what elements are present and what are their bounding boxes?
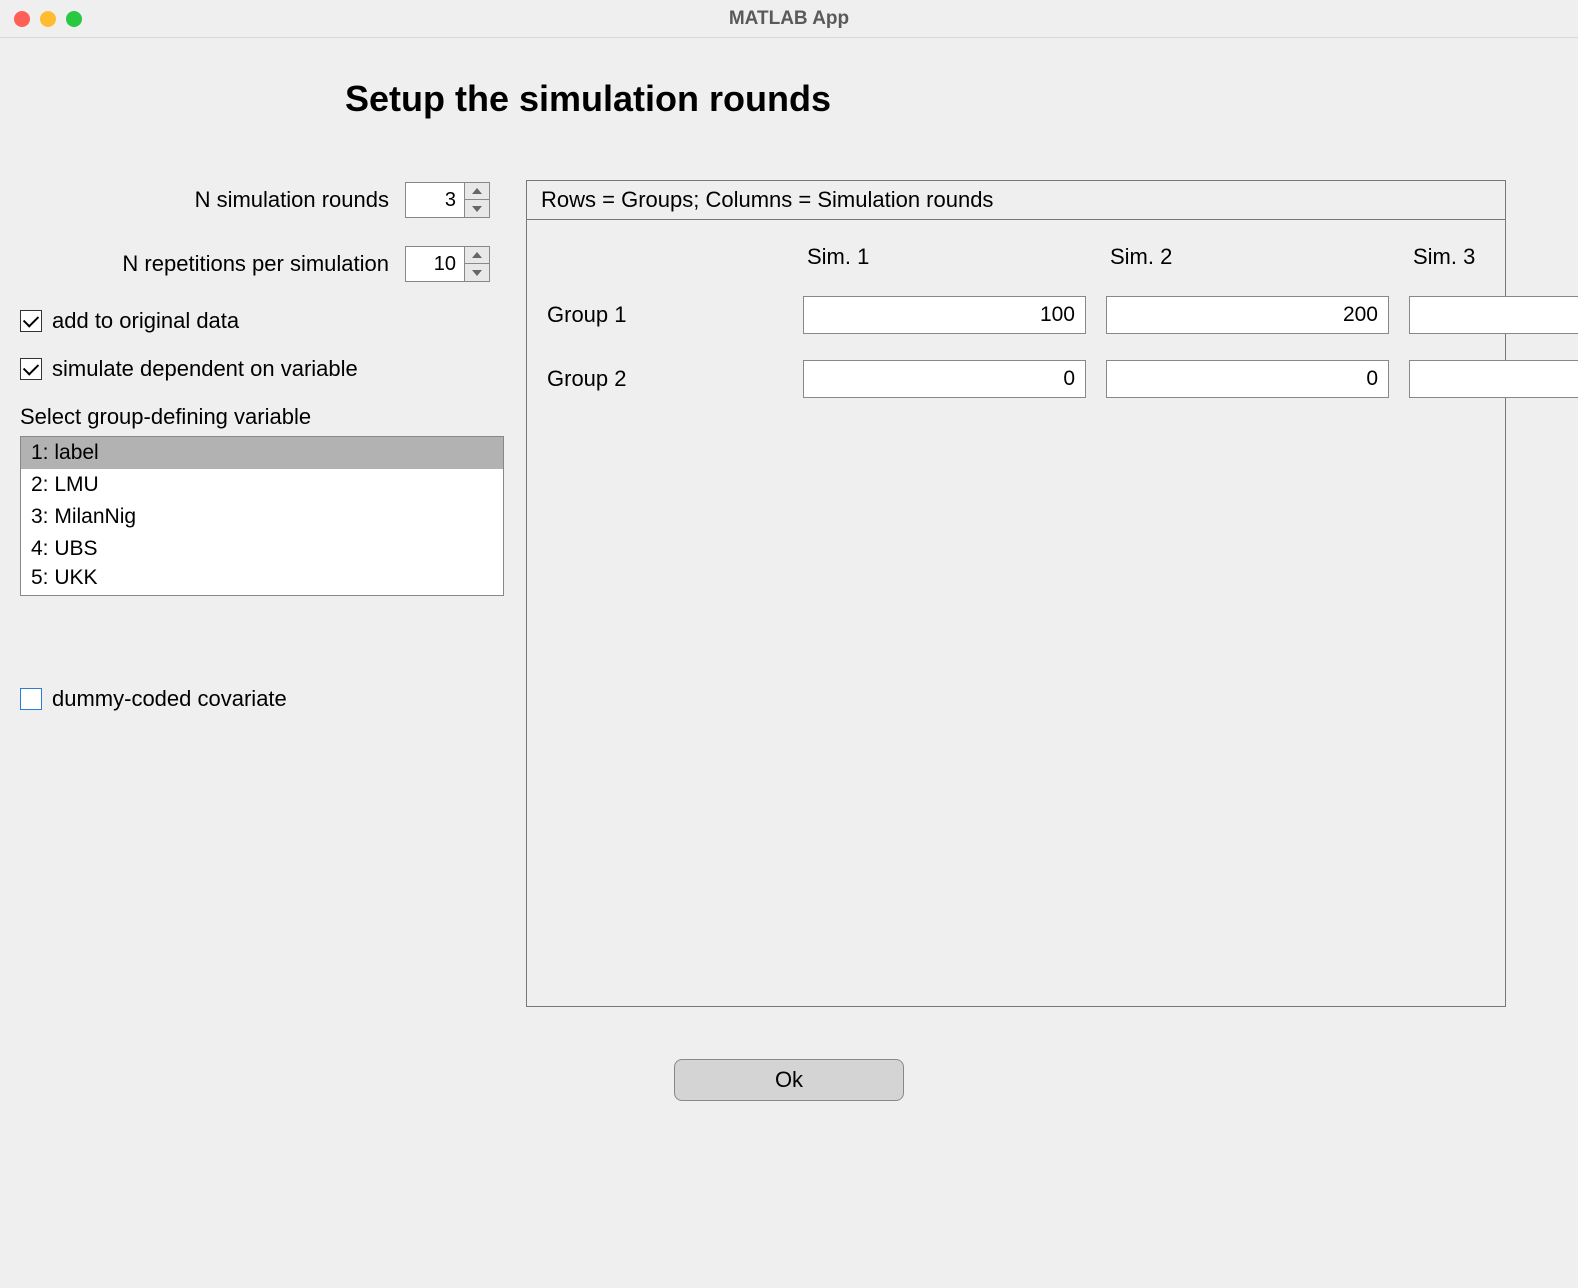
spinner-buttons	[464, 247, 489, 281]
simulate-dependent-label: simulate dependent on variable	[52, 356, 358, 382]
dummy-covariate-checkbox[interactable]	[20, 688, 42, 710]
maximize-window-button[interactable]	[66, 11, 82, 27]
titlebar: MATLAB App	[0, 0, 1578, 38]
chevron-up-icon	[472, 188, 482, 194]
n-rounds-down-button[interactable]	[465, 200, 489, 217]
list-item[interactable]: 1: label	[21, 437, 503, 469]
traffic-lights	[14, 11, 82, 27]
n-reps-label: N repetitions per simulation	[122, 251, 389, 277]
content-area: Setup the simulation rounds N simulation…	[0, 38, 1578, 1111]
simulation-panel: Rows = Groups; Columns = Simulation roun…	[526, 180, 1506, 1007]
n-rounds-label: N simulation rounds	[195, 187, 389, 213]
list-item[interactable]: 3: MilanNig	[21, 501, 503, 533]
simulate-dependent-checkbox[interactable]	[20, 358, 42, 380]
n-reps-up-button[interactable]	[465, 247, 489, 264]
col-header: Sim. 1	[803, 244, 1086, 270]
dummy-covariate-row: dummy-coded covariate	[20, 686, 510, 712]
sim-value-input[interactable]	[1106, 296, 1389, 334]
n-reps-down-button[interactable]	[465, 264, 489, 281]
ok-row: Ok	[10, 1059, 1568, 1101]
row-label: Group 2	[543, 360, 783, 398]
n-rounds-input[interactable]	[406, 183, 464, 217]
grid-empty-corner	[543, 244, 783, 270]
sim-value-input[interactable]	[1409, 360, 1578, 398]
simulate-dependent-row: simulate dependent on variable	[20, 356, 510, 382]
panel-header: Rows = Groups; Columns = Simulation roun…	[527, 181, 1505, 220]
page-title: Setup the simulation rounds	[345, 78, 1568, 120]
ok-button[interactable]: Ok	[674, 1059, 904, 1101]
list-item[interactable]: 2: LMU	[21, 469, 503, 501]
chevron-down-icon	[472, 206, 482, 212]
sim-value-input[interactable]	[803, 360, 1086, 398]
add-to-original-label: add to original data	[52, 308, 239, 334]
row-label: Group 1	[543, 296, 783, 334]
n-rounds-up-button[interactable]	[465, 183, 489, 200]
add-to-original-checkbox[interactable]	[20, 310, 42, 332]
n-reps-row: N repetitions per simulation	[20, 244, 510, 284]
col-header: Sim. 2	[1106, 244, 1389, 270]
spacer	[20, 596, 510, 686]
n-reps-spinner[interactable]	[405, 246, 490, 282]
group-var-listbox[interactable]: 1: label 2: LMU 3: MilanNig 4: UBS 5: UK…	[20, 436, 504, 596]
n-rounds-spinner[interactable]	[405, 182, 490, 218]
main-row: N simulation rounds N repetitions per si…	[10, 180, 1568, 1007]
chevron-down-icon	[472, 270, 482, 276]
sim-value-input[interactable]	[803, 296, 1086, 334]
dummy-covariate-label: dummy-coded covariate	[52, 686, 287, 712]
spinner-buttons	[464, 183, 489, 217]
left-column: N simulation rounds N repetitions per si…	[10, 180, 510, 734]
close-window-button[interactable]	[14, 11, 30, 27]
sim-grid: Sim. 1 Sim. 2 Sim. 3 Group 1 Group 2	[543, 244, 1489, 398]
n-rounds-row: N simulation rounds	[20, 180, 510, 220]
minimize-window-button[interactable]	[40, 11, 56, 27]
sim-value-input[interactable]	[1409, 296, 1578, 334]
list-item[interactable]: 4: UBS	[21, 533, 503, 565]
group-var-label: Select group-defining variable	[20, 404, 510, 430]
col-header: Sim. 3	[1409, 244, 1578, 270]
panel-body: Sim. 1 Sim. 2 Sim. 3 Group 1 Group 2	[527, 220, 1505, 1006]
chevron-up-icon	[472, 252, 482, 258]
window-title: MATLAB App	[0, 8, 1578, 30]
n-reps-input[interactable]	[406, 247, 464, 281]
add-to-original-row: add to original data	[20, 308, 510, 334]
sim-value-input[interactable]	[1106, 360, 1389, 398]
list-item[interactable]: 5: UKK	[21, 565, 503, 591]
